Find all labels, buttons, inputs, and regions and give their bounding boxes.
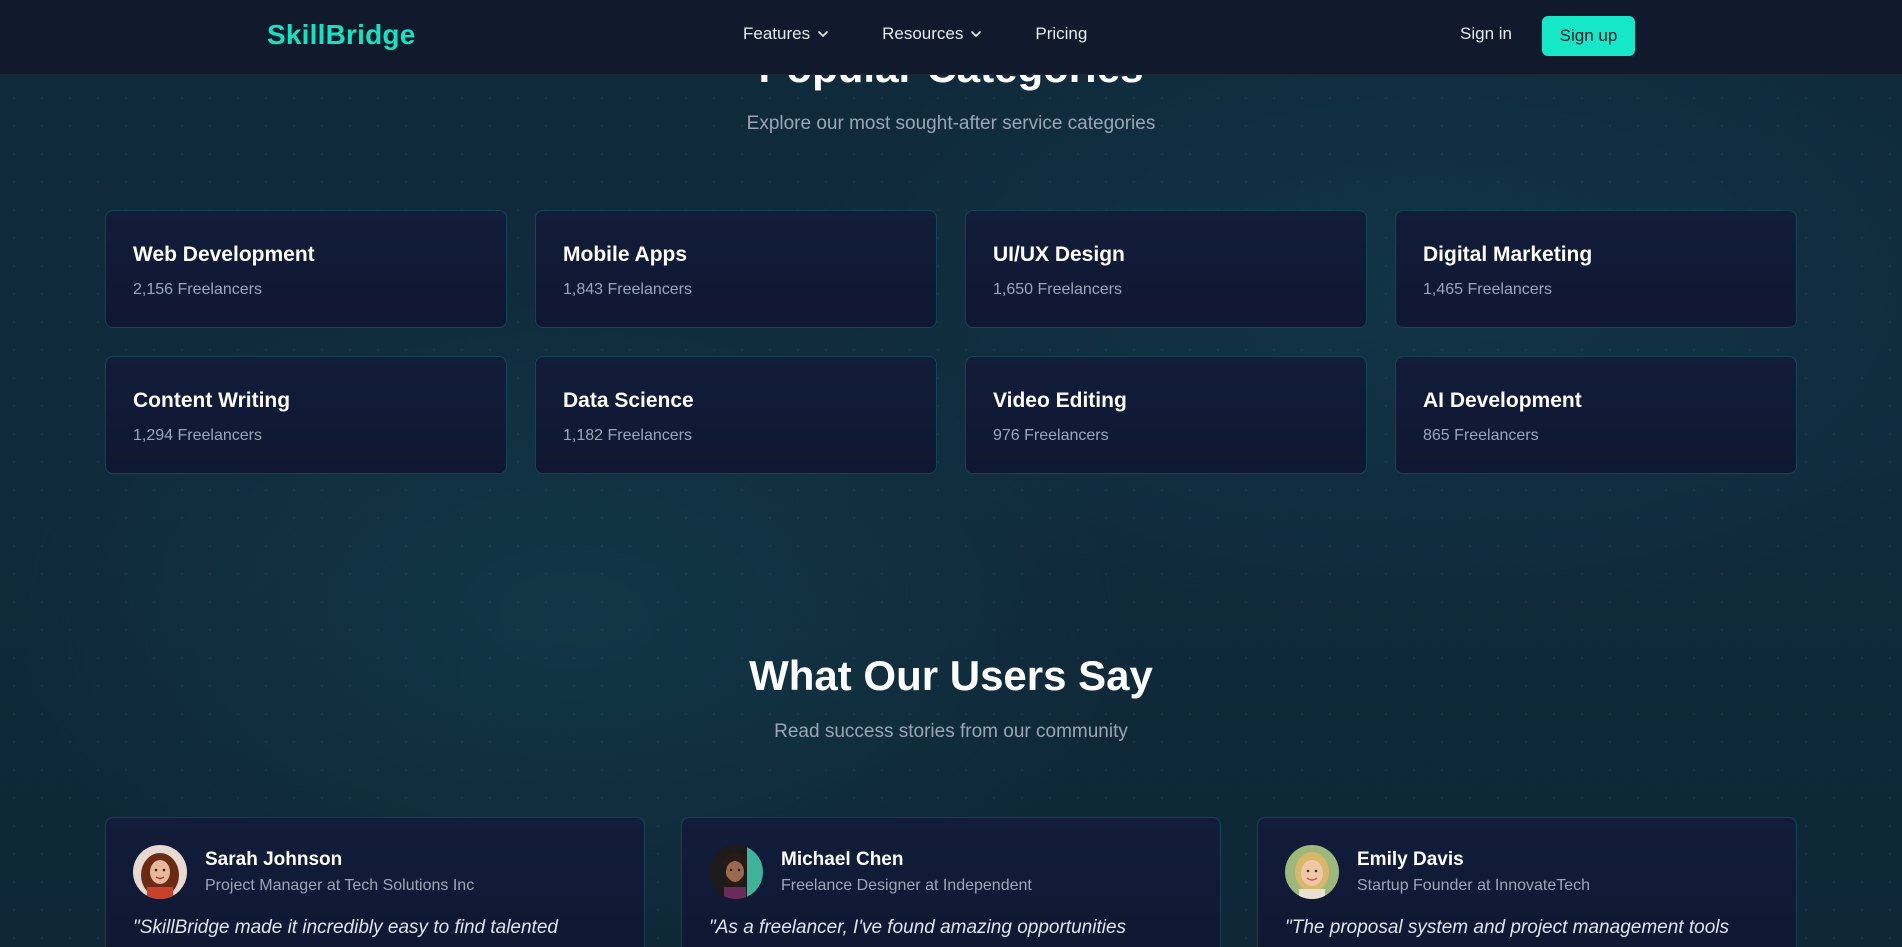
chevron-down-icon [971, 31, 982, 37]
category-name: Content Writing [133, 389, 291, 412]
category-name: UI/UX Design [993, 243, 1125, 266]
category-count: 976 Freelancers [993, 427, 1109, 444]
category-name: Digital Marketing [1423, 243, 1593, 266]
categories-subtitle: Explore our most sought-after service ca… [746, 113, 1156, 134]
category-card[interactable]: Web Development 2,156 Freelancers [105, 210, 507, 328]
category-count: 1,843 Freelancers [563, 281, 692, 298]
testimonial-card: Michael Chen Freelance Designer at Indep… [681, 817, 1221, 947]
category-name: Data Science [563, 389, 694, 412]
avatar [1285, 845, 1339, 899]
sign-up-button[interactable]: Sign up [1542, 16, 1635, 56]
testimonials-title: What Our Users Say [749, 652, 1153, 699]
sign-in-link[interactable]: Sign in [1460, 24, 1512, 44]
category-card[interactable]: UI/UX Design 1,650 Freelancers [965, 210, 1367, 328]
avatar [133, 845, 187, 899]
category-card[interactable]: Mobile Apps 1,843 Freelancers [535, 210, 937, 328]
nav-pricing[interactable]: Pricing [1035, 24, 1087, 44]
testimonial-quote: "SkillBridge made it incredibly easy to … [133, 917, 558, 938]
testimonial-card: Sarah Johnson Project Manager at Tech So… [105, 817, 645, 947]
avatar [709, 845, 763, 899]
category-grid: Web Development 2,156 Freelancers Mobile… [105, 210, 1797, 474]
category-name: AI Development [1423, 389, 1582, 412]
avatar-michael-icon [709, 845, 763, 899]
category-card[interactable]: Video Editing 976 Freelancers [965, 356, 1367, 474]
testimonial-header: Emily Davis Startup Founder at InnovateT… [1285, 845, 1769, 899]
testimonial-list: Sarah Johnson Project Manager at Tech So… [105, 817, 1797, 947]
testimonial-role: Startup Founder at InnovateTech [1357, 877, 1591, 894]
top-navbar: SkillBridge Features Resources Pricing S… [0, 0, 1902, 75]
testimonials-subtitle: Read success stories from our community [774, 721, 1128, 742]
category-count: 865 Freelancers [1423, 427, 1539, 444]
nav-pricing-label: Pricing [1035, 24, 1088, 43]
testimonial-card: Emily Davis Startup Founder at InnovateT… [1257, 817, 1797, 947]
category-card[interactable]: AI Development 865 Freelancers [1395, 356, 1797, 474]
category-count: 1,182 Freelancers [563, 427, 692, 444]
testimonial-name: Michael Chen [781, 849, 904, 870]
category-card[interactable]: Content Writing 1,294 Freelancers [105, 356, 507, 474]
nav-resources-label: Resources [882, 24, 964, 43]
nav-resources[interactable]: Resources [882, 24, 983, 44]
testimonial-quote: "As a freelancer, I've found amazing opp… [709, 917, 1127, 938]
category-name: Mobile Apps [563, 243, 688, 266]
testimonial-name: Emily Davis [1357, 849, 1464, 870]
category-card[interactable]: Digital Marketing 1,465 Freelancers [1395, 210, 1797, 328]
category-count: 1,650 Freelancers [993, 281, 1122, 298]
testimonial-role: Project Manager at Tech Solutions Inc [205, 877, 475, 894]
testimonial-header: Sarah Johnson Project Manager at Tech So… [133, 845, 617, 899]
testimonial-name: Sarah Johnson [205, 849, 343, 870]
category-name: Video Editing [993, 389, 1127, 412]
nav-features-label: Features [743, 24, 811, 43]
brand-logo[interactable]: SkillBridge [267, 19, 415, 51]
category-count: 1,465 Freelancers [1423, 281, 1552, 298]
chevron-down-icon [818, 31, 828, 37]
testimonial-role: Freelance Designer at Independent [781, 877, 1032, 894]
testimonial-quote: "The proposal system and project managem… [1285, 917, 1729, 938]
avatar-sarah-icon [133, 845, 187, 899]
category-name: Web Development [133, 243, 315, 266]
nav-features[interactable]: Features [743, 24, 830, 44]
category-card[interactable]: Data Science 1,182 Freelancers [535, 356, 937, 474]
avatar-emily-icon [1285, 845, 1339, 899]
testimonial-header: Michael Chen Freelance Designer at Indep… [709, 845, 1193, 899]
category-count: 1,294 Freelancers [133, 427, 262, 444]
category-count: 2,156 Freelancers [133, 281, 262, 298]
main-nav: Features Resources Pricing [743, 24, 1139, 44]
